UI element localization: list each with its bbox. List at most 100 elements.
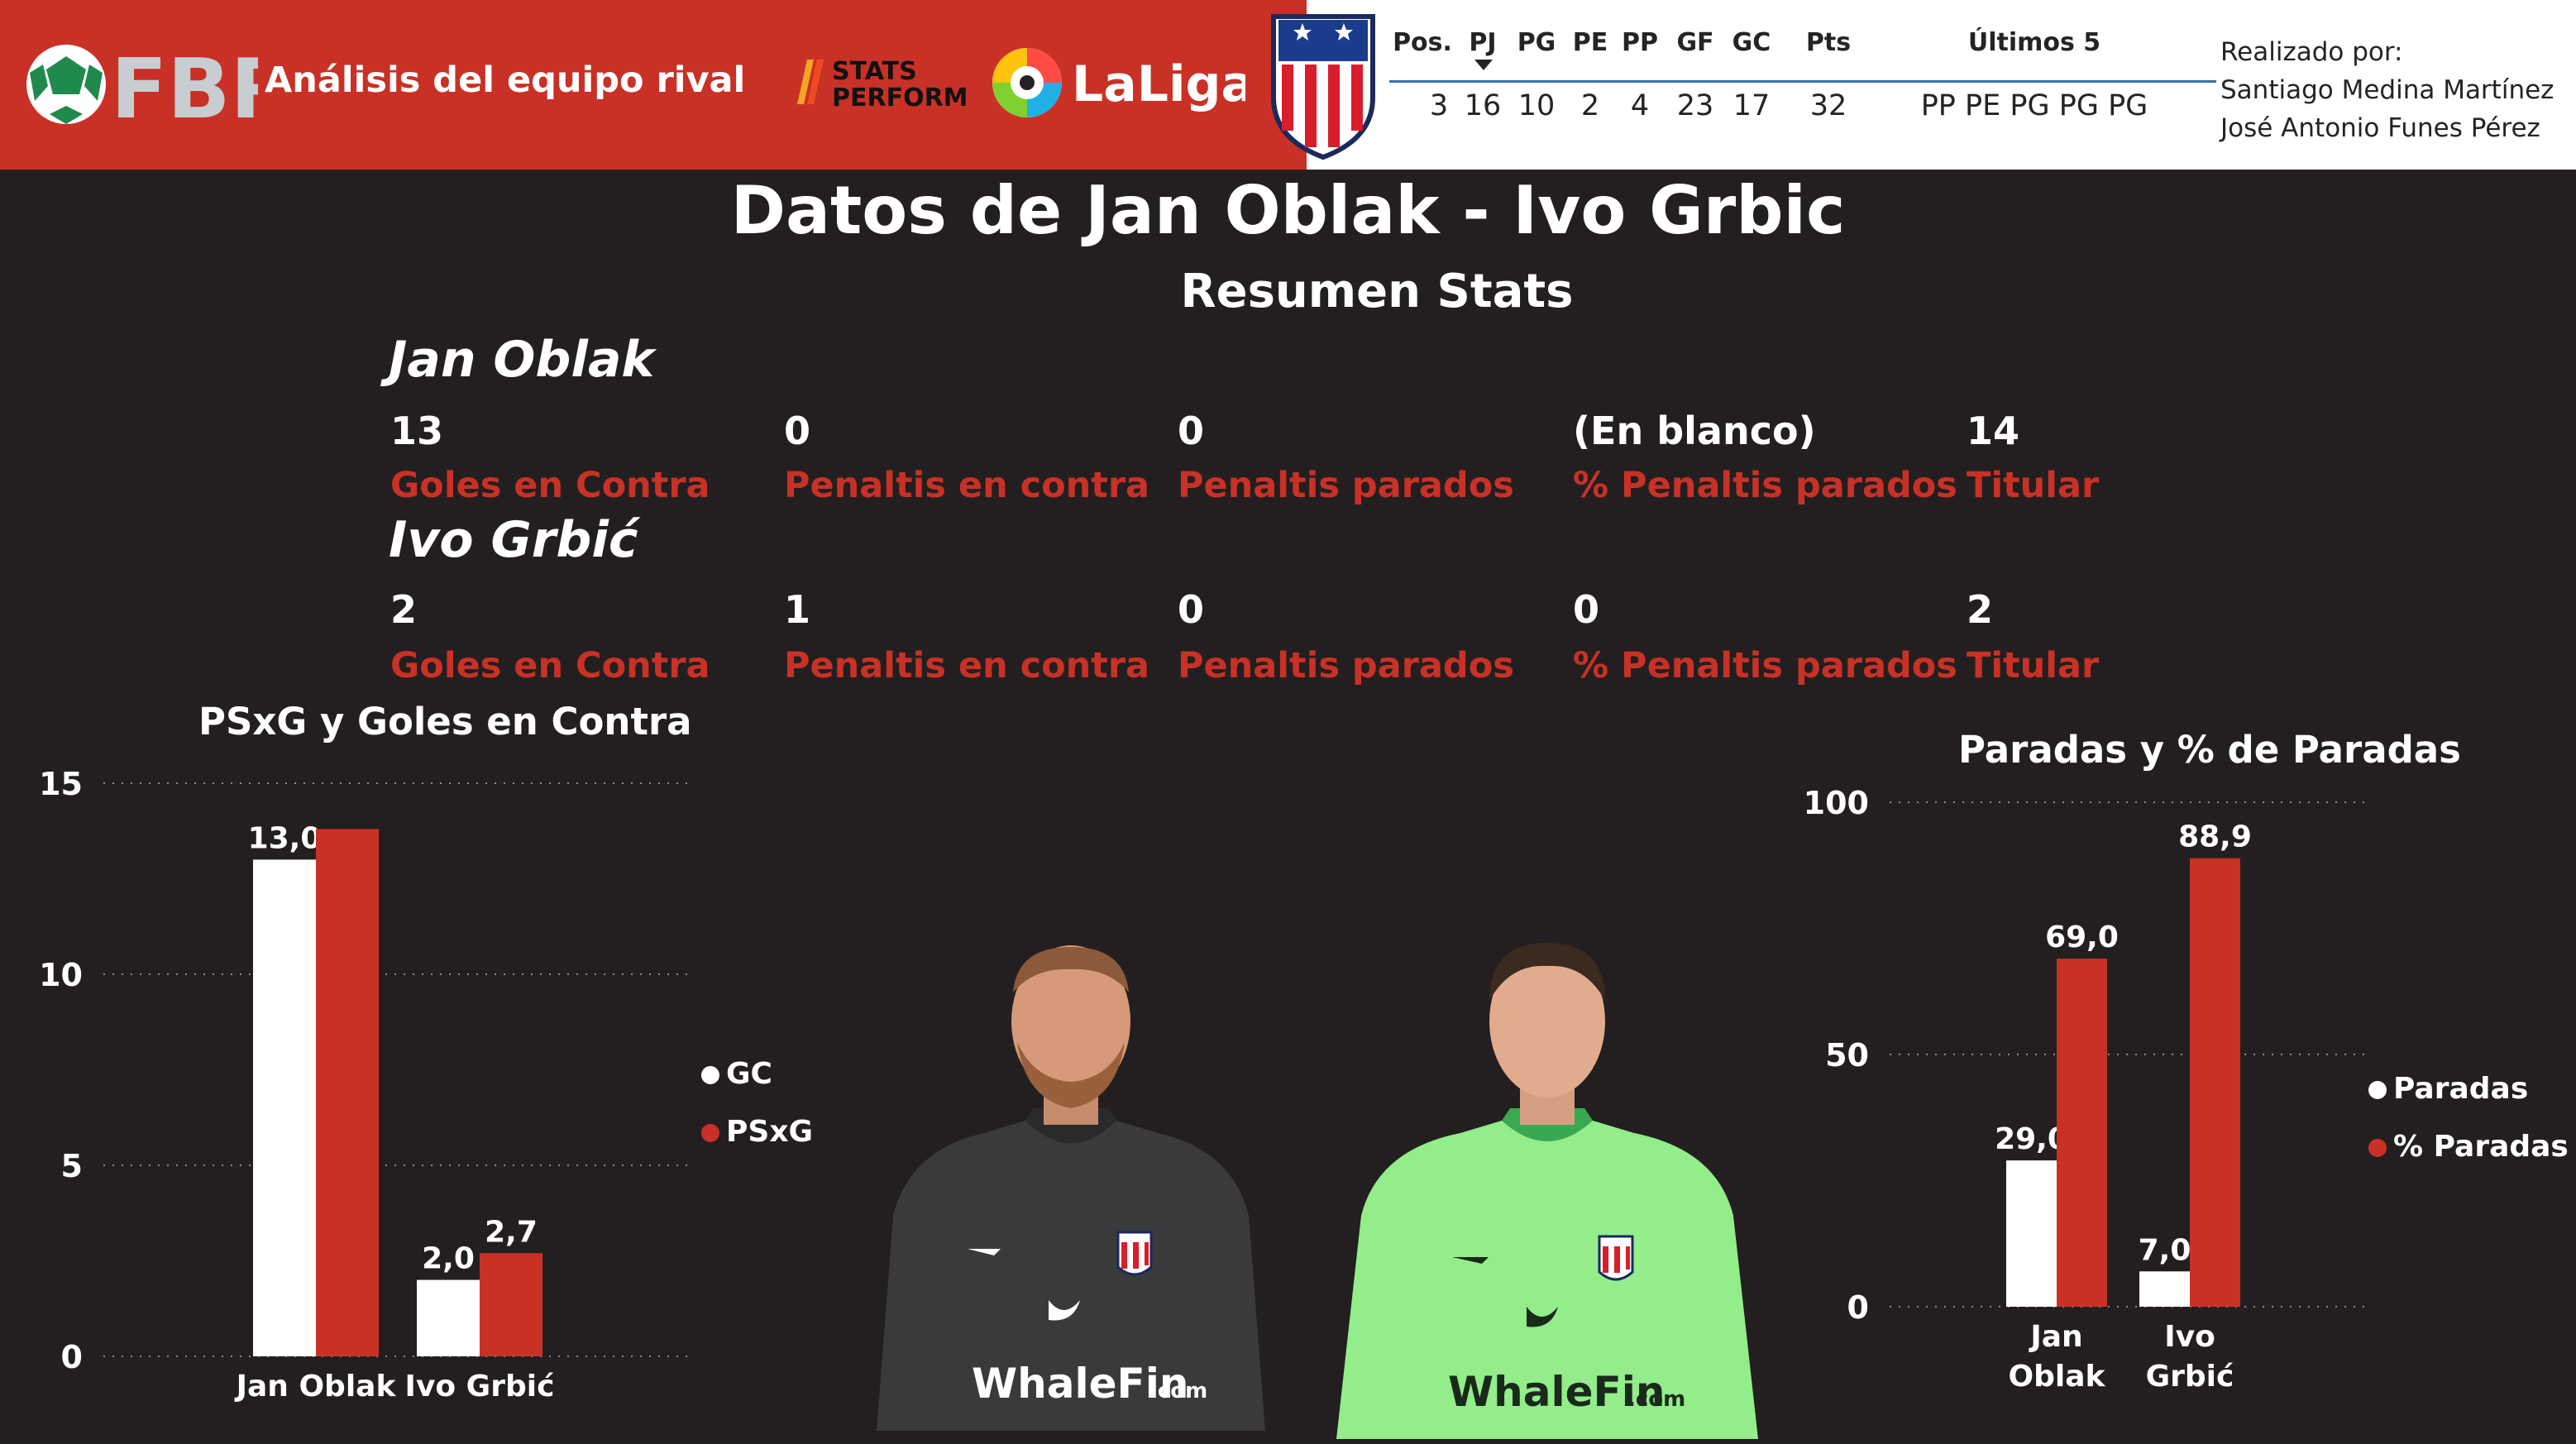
legend-item-psxg[interactable]: PSxG <box>701 1115 813 1149</box>
col-pg: PG <box>1517 28 1556 57</box>
chart-title-paradas: Paradas y % de Paradas <box>1958 728 2461 772</box>
val-gc: 17 <box>1732 89 1771 122</box>
col-pos: Pos. <box>1393 28 1452 57</box>
svg-text:.com: .com <box>1149 1379 1207 1403</box>
credits-author-1: Santiago Medina Martínez <box>2220 75 2554 105</box>
standings-table: Pos. PJ PG PE PP GF GC Pts Últimos 5 3 1… <box>1389 0 2216 170</box>
y-tick-label: 5 <box>61 1148 83 1184</box>
stat-value: 1 <box>784 587 811 632</box>
y-tick-label: 0 <box>61 1339 83 1375</box>
col-pts: Pts <box>1805 28 1852 57</box>
credits-author-2: José Antonio Funes Pérez <box>2220 113 2540 143</box>
chart-psxg-goles: 0 5 10 15 13,0 Jan Oblak 2,0 2,7 Ivo Grbić <box>39 766 691 1403</box>
data-label: 2,0 <box>422 1242 475 1276</box>
chart-title-psxg: PSxG y Goles en Contra <box>198 700 692 744</box>
data-label: 69,0 <box>2045 920 2119 954</box>
data-label: 2,7 <box>485 1215 538 1249</box>
stat-label: % Penaltis parados <box>1573 645 1957 686</box>
val-pts: 32 <box>1809 89 1847 122</box>
header-title: Análisis del equipo rival <box>265 60 746 101</box>
val-pp: 4 <box>1630 89 1650 122</box>
player-name-oblak: Jan Oblak <box>389 331 655 389</box>
player-name-grbic: Ivo Grbić <box>389 511 638 569</box>
bar--paradas <box>2057 959 2107 1307</box>
goalkeeper-photo-green-kit: WhaleFin .com <box>1336 943 1758 1439</box>
svg-text:PERFORM: PERFORM <box>832 84 968 111</box>
y-tick-label: 10 <box>39 957 83 993</box>
stat-label: Penaltis en contra <box>784 465 1150 506</box>
data-label: 88,9 <box>2178 820 2252 854</box>
stat-label: Goles en Contra <box>390 645 710 686</box>
chart-paradas: 05010029,069,0JanOblak7,088,9IvoGrbić <box>1804 785 2365 1394</box>
y-tick-label: 0 <box>1847 1289 1869 1326</box>
stat-label: Titular <box>1967 465 2100 506</box>
bar-gc <box>253 859 316 1356</box>
legend-item-gc[interactable]: GC <box>701 1057 772 1091</box>
bar--paradas <box>2190 858 2240 1307</box>
stat-label: Titular <box>1967 645 2100 686</box>
credits-label: Realizado por: <box>2220 37 2403 67</box>
fbref-text: FBREF <box>111 41 258 137</box>
legend-dot-icon <box>2368 1139 2387 1157</box>
stat-value: 14 <box>1967 409 2020 453</box>
stat-value: 0 <box>1178 409 1205 453</box>
x-tick-label: Ivo Grbić <box>405 1370 555 1403</box>
legend-dot-icon <box>701 1066 719 1084</box>
val-pj: 16 <box>1464 89 1502 122</box>
val-last5: PP PE PG PG PG <box>1920 89 2148 122</box>
sort-desc-icon[interactable] <box>1474 60 1493 70</box>
bar-gc <box>417 1279 480 1356</box>
fbref-logo: FBREF <box>26 41 258 137</box>
svg-text:.com: .com <box>1627 1387 1685 1412</box>
x-tick-label: Grbić <box>2146 1360 2234 1394</box>
stat-value: 2 <box>390 587 418 632</box>
stat-label: Penaltis parados <box>1178 645 1514 686</box>
legend-dot-icon <box>2368 1081 2387 1099</box>
svg-text:STATS: STATS <box>832 57 917 86</box>
stat-value: 2 <box>1967 587 1994 632</box>
col-gc: GC <box>1732 28 1771 57</box>
col-pp: PP <box>1622 28 1658 57</box>
data-label: 13,0 <box>248 821 322 855</box>
stat-value: 0 <box>784 409 811 453</box>
bar-psxg <box>316 829 379 1356</box>
bar-paradas <box>2139 1271 2190 1307</box>
x-tick-label: Jan Oblak <box>234 1370 397 1403</box>
col-pe: PE <box>1572 28 1608 57</box>
data-label: 7,0 <box>2139 1233 2191 1267</box>
section-title: Resumen Stats <box>1180 265 1574 318</box>
legend-dot-icon <box>701 1124 719 1142</box>
bar-psxg <box>480 1253 542 1356</box>
val-pe: 2 <box>1580 89 1600 122</box>
legend-item-pct-paradas[interactable]: % Paradas <box>2368 1130 2569 1164</box>
y-tick-label: 100 <box>1804 785 1869 821</box>
val-pg: 10 <box>1517 89 1556 122</box>
stat-label: % Penaltis parados <box>1573 465 1957 506</box>
atletico-madrid-crest-icon <box>1271 14 1375 160</box>
y-tick-label: 50 <box>1825 1037 1869 1073</box>
svg-text:LaLiga: LaLiga <box>1072 55 1245 113</box>
val-pos: 3 <box>1429 89 1449 122</box>
legend-item-paradas[interactable]: Paradas <box>2368 1072 2528 1106</box>
page-title: Datos de Jan Oblak - Ivo Grbic <box>730 172 1846 249</box>
val-gf: 23 <box>1676 89 1714 122</box>
stat-label: Goles en Contra <box>390 465 710 506</box>
x-tick-label: Jan <box>2028 1320 2082 1354</box>
stats-perform-logo: STATS PERFORM <box>797 57 968 111</box>
standings-divider <box>1389 80 2216 83</box>
col-pj[interactable]: PJ <box>1462 28 1503 57</box>
y-tick-label: 15 <box>39 766 83 802</box>
stat-label: Penaltis parados <box>1178 465 1514 506</box>
bar-paradas <box>2006 1160 2057 1307</box>
stat-value: 0 <box>1573 587 1600 632</box>
x-tick-label: Ivo <box>2164 1320 2215 1354</box>
credits: Realizado por: Santiago Medina Martínez … <box>2220 33 2554 147</box>
goalkeeper-photo-dark-kit: WhaleFin .com <box>877 945 1265 1431</box>
stat-value: 13 <box>390 409 444 453</box>
stat-label: Penaltis en contra <box>784 645 1150 686</box>
stat-value: 0 <box>1178 587 1205 632</box>
laliga-logo: LaLiga <box>992 48 1245 117</box>
stat-value: (En blanco) <box>1573 409 1816 453</box>
col-last5: Últimos 5 <box>1967 28 2101 57</box>
x-tick-label: Oblak <box>2009 1360 2106 1394</box>
